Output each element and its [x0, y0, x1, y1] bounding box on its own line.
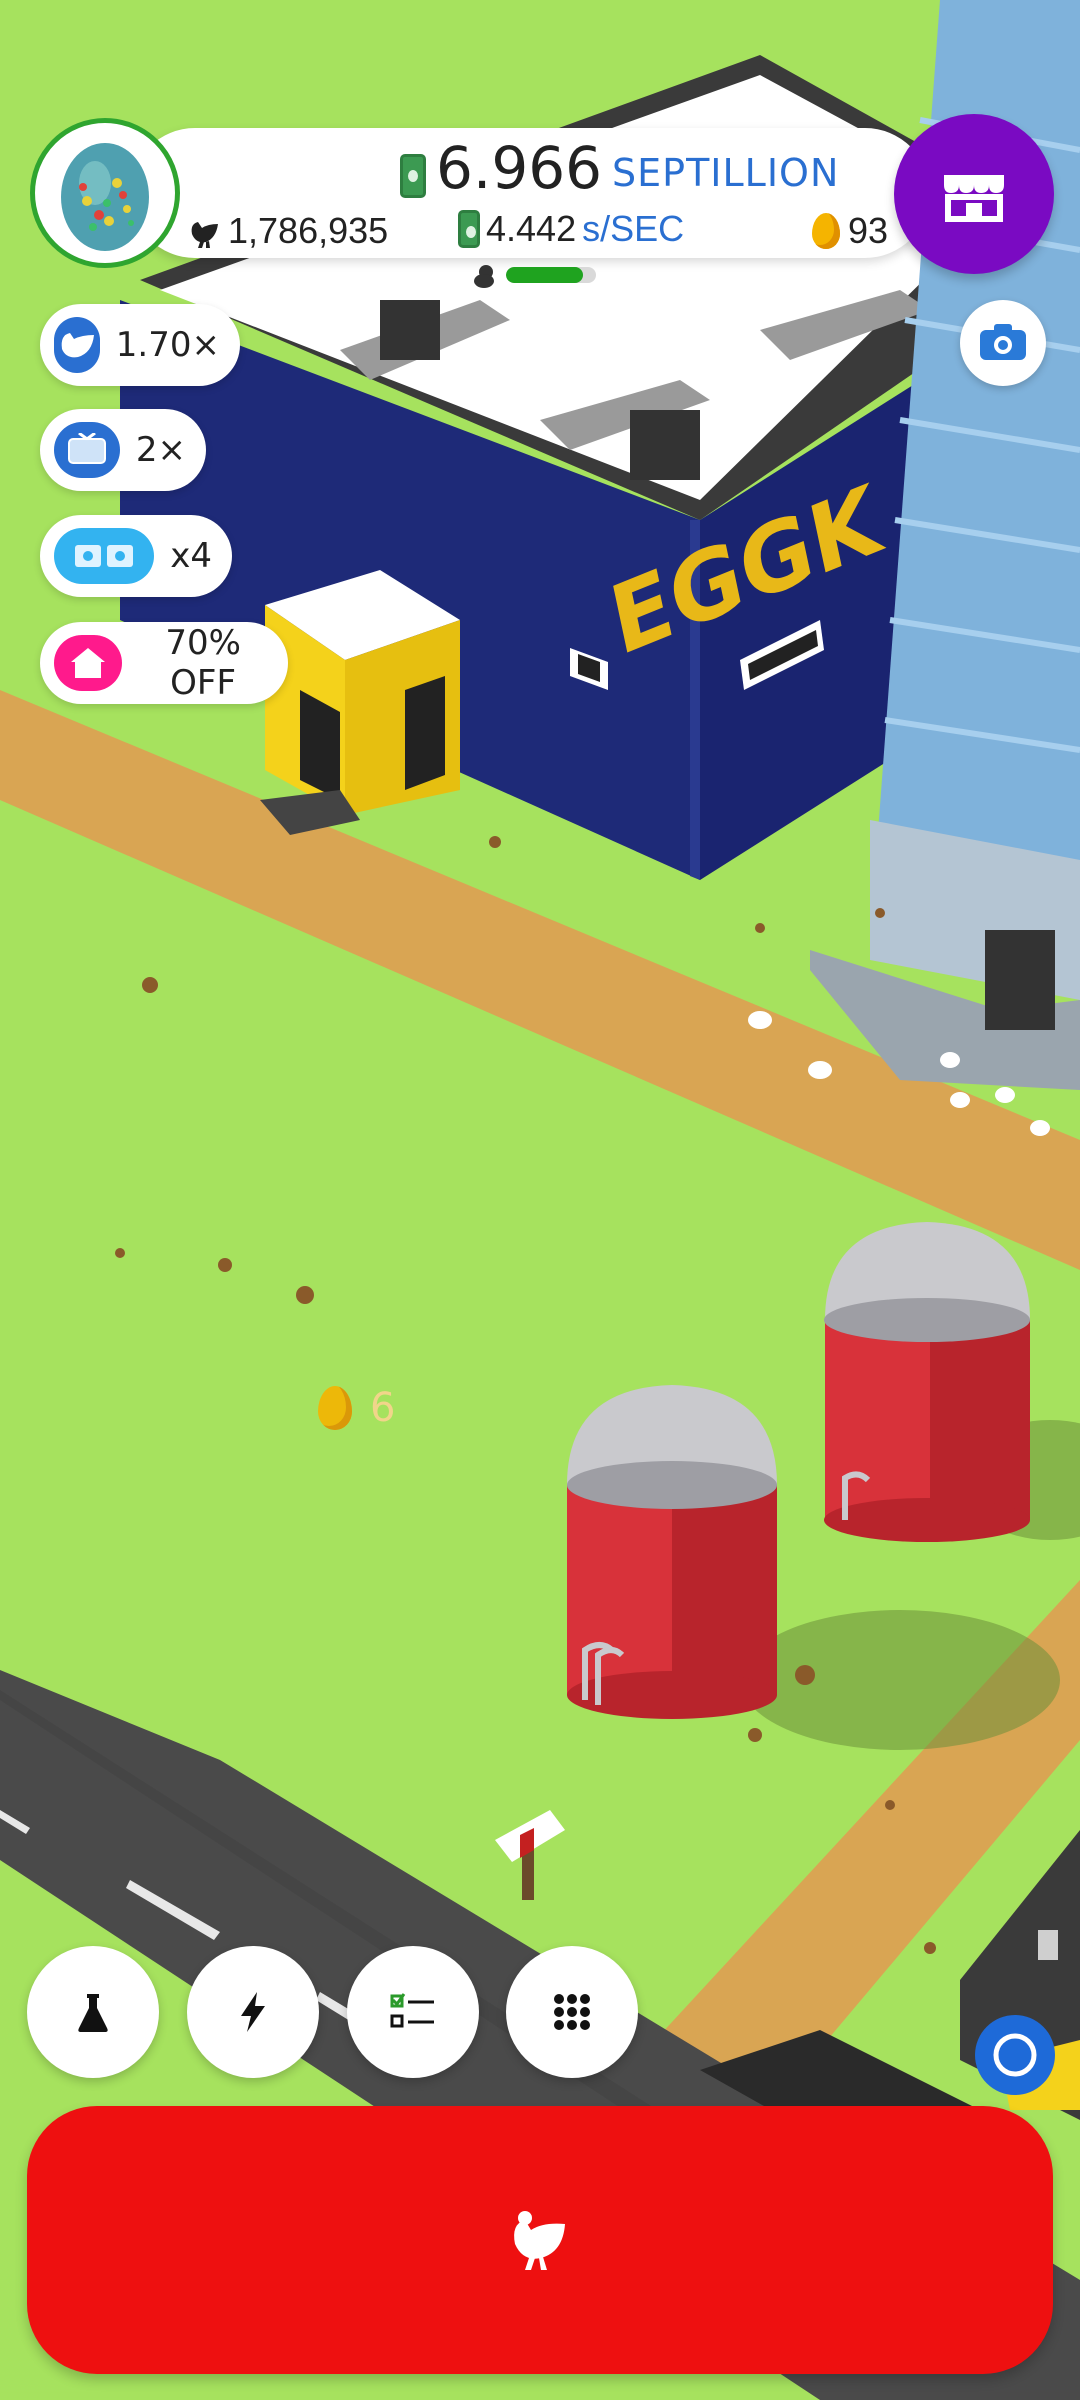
boost-label: 70% OFF	[165, 623, 241, 703]
golden-egg-icon	[318, 1386, 352, 1430]
boost-earnings-multiplier[interactable]: 1.70×	[40, 304, 240, 386]
money-unit: SEPTILLION	[612, 151, 840, 195]
boost-button[interactable]	[187, 1946, 319, 2078]
chicken-icon	[54, 317, 100, 373]
boost-discount[interactable]: 70% OFF	[40, 622, 288, 704]
chick-icon	[474, 265, 494, 288]
floating-egg-reward: 6	[318, 1385, 395, 1431]
boost-label: 1.70×	[115, 325, 220, 365]
boost-cards-icon	[54, 528, 155, 584]
missions-icon	[390, 1993, 434, 2028]
earning-rate: 4.442 s/SEC	[458, 208, 684, 250]
golden-egg-icon	[812, 213, 840, 249]
ring-icon	[993, 2033, 1037, 2077]
research-icon	[78, 1994, 108, 2032]
chicken-count: 1,786,935	[188, 210, 388, 252]
golden-egg-count: 93	[812, 210, 888, 252]
cash-icon	[400, 154, 426, 198]
egg-avatar-icon	[61, 143, 149, 251]
research-button[interactable]	[27, 1946, 159, 2078]
boost-label: x4	[170, 536, 212, 576]
hatchery-capacity	[472, 262, 596, 288]
rate-unit: s/SEC	[582, 208, 685, 249]
hatchery-progress-bar	[506, 267, 596, 283]
hatch-chicken-button[interactable]	[27, 2106, 1053, 2374]
money-total: 6.966 SEPTILLION	[400, 138, 839, 198]
shop-button[interactable]	[894, 114, 1054, 274]
cash-icon	[458, 210, 480, 248]
boost-video-doubler[interactable]: 2×	[40, 409, 206, 491]
hatchery-progress-fill	[506, 267, 583, 283]
camera-button[interactable]	[960, 300, 1046, 386]
player-avatar[interactable]	[30, 118, 180, 268]
chicken-count-value: 1,786,935	[228, 210, 389, 251]
boost-cards[interactable]: x4	[40, 515, 232, 597]
video-icon	[54, 422, 120, 478]
reward-value: 6	[370, 1385, 396, 1431]
rate-value: 4.442	[486, 208, 577, 249]
camera-icon	[980, 323, 1026, 360]
money-value: 6.966	[436, 134, 603, 202]
missions-button[interactable]	[347, 1946, 479, 2078]
boost-icon	[241, 1992, 265, 2032]
chicken-icon	[191, 222, 218, 248]
menu-button[interactable]	[506, 1946, 638, 2078]
house-icon	[54, 635, 123, 691]
boost-label: 2×	[135, 430, 186, 470]
tracker-button[interactable]	[975, 2015, 1055, 2095]
menu-grid-icon	[554, 1994, 590, 2030]
store-icon	[944, 174, 1004, 222]
chicken-icon	[514, 2211, 565, 2270]
golden-egg-value: 93	[848, 210, 889, 251]
